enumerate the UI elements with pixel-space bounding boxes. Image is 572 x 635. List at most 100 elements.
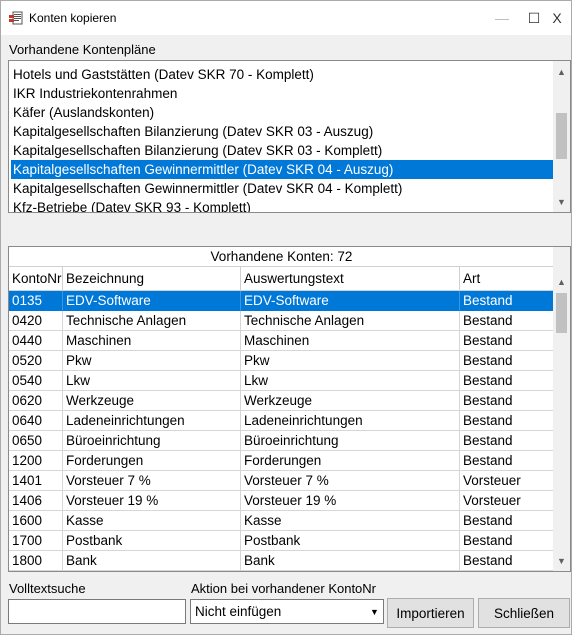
cell-bezeichnung: Werkzeuge <box>63 391 241 411</box>
table-row[interactable]: 0640 Ladeneinrichtungen Ladeneinrichtungen… <box>9 411 554 431</box>
cell-kontonr: 0620 <box>9 391 63 411</box>
cell-art: Vorsteuer <box>460 471 554 491</box>
cell-kontonr: 0540 <box>9 371 63 391</box>
importieren-button[interactable]: Importieren <box>387 598 474 628</box>
table-row[interactable]: 0620 Werkzeuge Werkzeuge Bestand <box>9 391 554 411</box>
table-row[interactable]: 1700 Postbank Postbank Bestand <box>9 531 554 551</box>
cell-kontonr: 1800 <box>9 551 63 571</box>
table-row[interactable]: 0420 Technische Anlagen Technische Anlagen… <box>9 311 554 331</box>
cell-kontonr: 1600 <box>9 511 63 531</box>
cell-auswertungstext: Maschinen <box>241 331 460 351</box>
aktion-select-value: Nicht einfügen <box>195 604 282 619</box>
konten-grid[interactable]: Vorhandene Konten: 72 KontoNr Bezeichnun… <box>8 246 571 572</box>
cell-kontonr: 0135 <box>9 291 63 311</box>
cell-bezeichnung: Kasse <box>63 511 241 531</box>
cell-bezeichnung: Büroeinrichtung <box>63 431 241 451</box>
kontenplaene-item[interactable]: Kfz-Betriebe (Datev SKR 93 - Komplett) <box>11 198 251 212</box>
cell-kontonr: 1700 <box>9 531 63 551</box>
cell-bezeichnung: Ladeneinrichtungen <box>63 411 241 431</box>
kontenplaene-scrollbar[interactable]: ▲ ▼ <box>553 61 570 212</box>
cell-bezeichnung: Postbank <box>63 531 241 551</box>
cell-kontonr: 0640 <box>9 411 63 431</box>
table-row[interactable]: 0440 Maschinen Maschinen Bestand <box>9 331 554 351</box>
table-row[interactable]: 1401 Vorsteuer 7 % Vorsteuer 7 % Vorsteuer <box>9 471 554 491</box>
table-row[interactable]: 0520 Pkw Pkw Bestand <box>9 351 554 371</box>
cell-bezeichnung: EDV-Software <box>63 291 241 311</box>
cell-kontonr: 0520 <box>9 351 63 371</box>
kontenplaene-item[interactable]: Käfer (Auslandskonten) <box>11 103 154 122</box>
scroll-up-icon[interactable]: ▲ <box>553 273 570 290</box>
cell-bezeichnung: Bank <box>63 551 241 571</box>
volltextsuche-input[interactable] <box>8 599 186 624</box>
column-header-kontonr[interactable]: KontoNr <box>9 267 63 290</box>
cell-art: Bestand <box>460 311 554 331</box>
konten-grid-body: 0135 EDV-Software EDV-Software Bestand 0420 T… <box>9 291 554 571</box>
column-header-auswertungstext[interactable]: Auswertungstext <box>241 267 460 290</box>
cell-auswertungstext: Lkw <box>241 371 460 391</box>
title-bar: Konten kopieren — ☐ X <box>1 1 571 35</box>
cell-bezeichnung: Maschinen <box>63 331 241 351</box>
cell-kontonr: 1200 <box>9 451 63 471</box>
kontenplaene-item[interactable]: Kapitalgesellschaften Bilanzierung (Date… <box>11 141 382 160</box>
cell-art: Bestand <box>460 431 554 451</box>
cell-art: Vorsteuer <box>460 491 554 511</box>
kontenplaene-label: Vorhandene Kontenpläne <box>9 42 156 57</box>
cell-auswertungstext: Vorsteuer 19 % <box>241 491 460 511</box>
konten-scrollbar[interactable]: ▲ ▼ <box>553 247 570 571</box>
cell-auswertungstext: Werkzeuge <box>241 391 460 411</box>
table-row[interactable]: 1200 Forderungen Forderungen Bestand <box>9 451 554 471</box>
konten-count-caption: Vorhandene Konten: 72 <box>9 247 554 267</box>
cell-auswertungstext: Kasse <box>241 511 460 531</box>
cell-auswertungstext: Forderungen <box>241 451 460 471</box>
scrollbar-thumb[interactable] <box>556 293 567 333</box>
table-row[interactable]: 0540 Lkw Lkw Bestand <box>9 371 554 391</box>
kontenplaene-item-selected[interactable]: Kapitalgesellschaften Gewinnermittler (D… <box>11 160 554 179</box>
cell-auswertungstext: Postbank <box>241 531 460 551</box>
cell-bezeichnung: Vorsteuer 7 % <box>63 471 241 491</box>
volltextsuche-label: Volltextsuche <box>9 581 86 596</box>
column-header-bezeichnung[interactable]: Bezeichnung <box>63 267 241 290</box>
aktion-select[interactable]: Nicht einfügen ▼ <box>190 599 384 624</box>
cell-art: Bestand <box>460 551 554 571</box>
scrollbar-thumb[interactable] <box>556 113 567 159</box>
cell-auswertungstext: EDV-Software <box>241 291 460 311</box>
kontenplaene-item[interactable]: Kapitalgesellschaften Gewinnermittler (D… <box>11 179 402 198</box>
cell-auswertungstext: Ladeneinrichtungen <box>241 411 460 431</box>
kontenplaene-list[interactable]: Hotels und Gaststätten (Datev SKR 70 - K… <box>8 60 571 213</box>
scroll-down-icon[interactable]: ▼ <box>553 193 570 210</box>
close-window-button[interactable]: X <box>541 1 572 35</box>
cell-auswertungstext: Technische Anlagen <box>241 311 460 331</box>
cell-art: Bestand <box>460 411 554 431</box>
cell-auswertungstext: Pkw <box>241 351 460 371</box>
cell-bezeichnung: Technische Anlagen <box>63 311 241 331</box>
table-row[interactable]: 1800 Bank Bank Bestand <box>9 551 554 571</box>
table-row[interactable]: 1600 Kasse Kasse Bestand <box>9 511 554 531</box>
cell-art: Bestand <box>460 531 554 551</box>
kontenplaene-item[interactable]: Kapitalgesellschaften Bilanzierung (Date… <box>11 122 373 141</box>
chevron-down-icon[interactable]: ▼ <box>365 600 383 623</box>
aktion-label: Aktion bei vorhandener KontoNr <box>191 581 377 596</box>
table-row[interactable]: 0650 Büroeinrichtung Büroeinrichtung Bestan… <box>9 431 554 451</box>
cell-kontonr: 1401 <box>9 471 63 491</box>
column-header-art[interactable]: Art <box>460 267 554 290</box>
cell-art: Bestand <box>460 511 554 531</box>
scroll-up-icon[interactable]: ▲ <box>553 63 570 80</box>
cell-art: Bestand <box>460 331 554 351</box>
cell-art: Bestand <box>460 291 554 311</box>
cell-auswertungstext: Vorsteuer 7 % <box>241 471 460 491</box>
cell-bezeichnung: Vorsteuer 19 % <box>63 491 241 511</box>
scroll-down-icon[interactable]: ▼ <box>553 552 570 569</box>
kontenplaene-item[interactable]: Hotels und Gaststätten (Datev SKR 70 - K… <box>11 65 314 84</box>
cell-auswertungstext: Büroeinrichtung <box>241 431 460 451</box>
table-row[interactable]: 0135 EDV-Software EDV-Software Bestand <box>9 291 554 311</box>
konten-kopieren-window: Konten kopieren — ☐ X Vorhandene Kontenp… <box>0 0 572 635</box>
schliessen-button[interactable]: Schließen <box>478 598 570 628</box>
cell-art: Bestand <box>460 351 554 371</box>
cell-art: Bestand <box>460 371 554 391</box>
kontenplaene-item[interactable]: IKR Industriekontenrahmen <box>11 84 177 103</box>
cell-bezeichnung: Pkw <box>63 351 241 371</box>
window-title: Konten kopieren <box>29 11 117 25</box>
cell-bezeichnung: Lkw <box>63 371 241 391</box>
konten-grid-header: KontoNr Bezeichnung Auswertungstext Art <box>9 267 554 291</box>
table-row[interactable]: 1406 Vorsteuer 19 % Vorsteuer 19 % Vorsteue… <box>9 491 554 511</box>
